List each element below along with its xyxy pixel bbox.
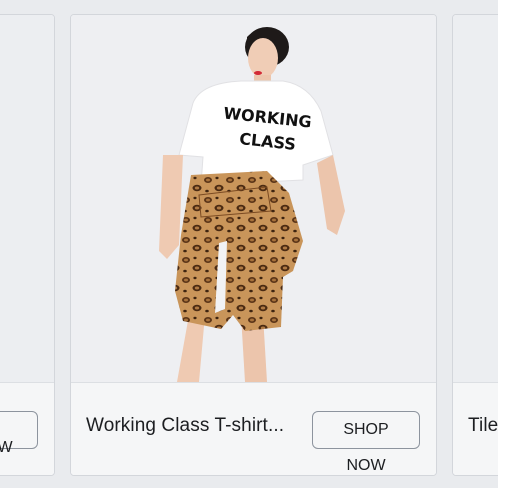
carousel-card-previous[interactable]: OW — [0, 14, 55, 476]
carousel-card-working-class[interactable]: WORKING CLASS Working Class T-shirt... S… — [70, 14, 437, 476]
shop-now-button-previous[interactable]: OW — [0, 411, 38, 456]
product-title[interactable]: Working Class T-shirt... — [86, 415, 284, 437]
shop-now-button[interactable]: SHOP NOW — [312, 411, 420, 474]
page-edge — [498, 0, 512, 488]
product-image[interactable]: WORKING CLASS — [71, 15, 436, 383]
card-footer: Working Class T-shirt... SHOP NOW — [71, 383, 436, 475]
shop-now-label-previous: OW — [0, 430, 13, 466]
product-image-previous[interactable] — [0, 15, 54, 383]
model-photo: WORKING CLASS — [71, 15, 436, 382]
card-footer-previous: OW — [0, 383, 54, 475]
product-title-next[interactable]: Tile — [468, 415, 498, 437]
ad-carousel: OW — [0, 0, 512, 488]
